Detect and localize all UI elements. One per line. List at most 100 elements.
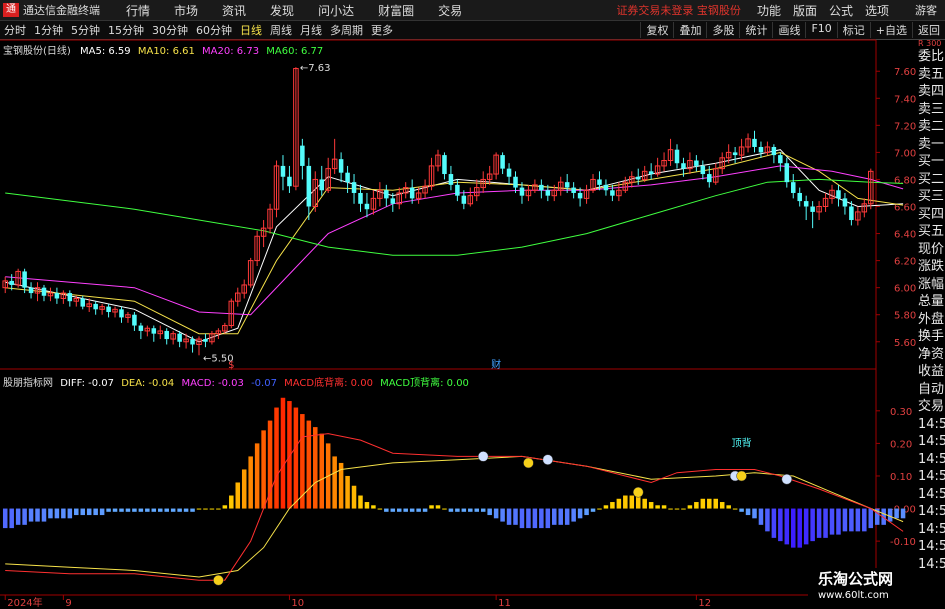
candle-body (707, 174, 712, 183)
happy-face-icon (632, 487, 644, 498)
side-panel-item[interactable]: 卖三 (918, 101, 945, 119)
ma-line-ma5 (5, 149, 904, 343)
side-panel-item[interactable]: 14:56 (918, 468, 945, 486)
side-panel-item[interactable]: 总量 (918, 293, 945, 311)
macd-bar-negative (758, 508, 764, 525)
macd-bar-positive (306, 420, 312, 509)
side-panel-item[interactable]: 卖二 (918, 118, 945, 136)
macd-bar-negative (170, 508, 176, 512)
candle-body (597, 179, 602, 185)
side-panel-item[interactable]: 买一 (918, 153, 945, 171)
side-panel-item[interactable]: 14:56 (918, 433, 945, 451)
side-panel-item[interactable]: 委比 (918, 48, 945, 66)
price-tick-label: 7.00 (894, 148, 916, 159)
macd-bar-positive (332, 456, 337, 509)
macd-bar-negative (487, 508, 492, 516)
candle-body (67, 293, 73, 302)
macd-bar-positive (603, 505, 609, 509)
macd-bar-negative (390, 508, 396, 512)
macd-bar-negative (894, 508, 899, 519)
candle-body (610, 190, 615, 196)
macd-bar-negative (28, 508, 34, 522)
side-top-badge: R 300 (918, 40, 942, 48)
candle-body (500, 155, 505, 169)
side-panel-item[interactable]: 买三 (918, 188, 945, 206)
macd-bar-negative (2, 508, 8, 529)
candle-body (280, 165, 286, 177)
side-panel-item[interactable]: 卖一 (918, 136, 945, 154)
macd-bar-negative (564, 508, 570, 525)
candle-body (635, 176, 641, 180)
macd-bar-positive (623, 495, 628, 509)
candle-body (119, 309, 124, 318)
macd-bar-positive (726, 505, 731, 509)
macd-bar-negative (836, 508, 841, 535)
macd-bar-positive (293, 407, 299, 509)
macd-bar-positive (668, 508, 673, 510)
side-panel-item[interactable]: 买二 (918, 171, 945, 189)
macd-bar-negative (577, 508, 583, 519)
macd-bar-negative (145, 508, 150, 512)
side-panel-item[interactable]: 卖四 (918, 83, 945, 101)
side-panel-item[interactable]: 现价 (918, 241, 945, 259)
macd-bar-negative (829, 508, 835, 535)
ma-line-ma20 (5, 165, 904, 316)
side-panel-item[interactable]: 换手 (918, 328, 945, 346)
candle-body (455, 184, 460, 196)
side-panel-item[interactable]: 涨跌 (918, 258, 945, 276)
candle-body (603, 184, 609, 191)
macd-bar-negative (584, 508, 589, 516)
side-panel-item[interactable]: 涨幅 (918, 276, 945, 294)
side-panel-item[interactable]: 14:56 (918, 416, 945, 434)
x-tick-label: 2024年 (7, 596, 42, 609)
macd-bar-negative (112, 508, 118, 512)
kline-chart[interactable]: 7.607.407.207.006.806.606.406.206.005.80… (0, 0, 945, 609)
side-panel-item[interactable]: 净资 (918, 346, 945, 364)
macd-bar-negative (500, 508, 505, 522)
side-panel-item[interactable]: 14:56 (918, 538, 945, 556)
macd-bar-negative (493, 508, 499, 519)
macd-bar-negative (396, 508, 402, 512)
x-tick-label: 10 (291, 598, 304, 609)
side-panel-item[interactable]: 14:56 (918, 521, 945, 539)
macd-bar-negative (468, 508, 473, 512)
x-tick-label: 11 (498, 598, 511, 609)
macd-bar-negative (842, 508, 848, 532)
side-panel-item[interactable]: 14:56 (918, 451, 945, 469)
macd-bar-positive (732, 508, 738, 510)
side-panel-item[interactable]: 自动 (918, 381, 945, 399)
ma-line-ma60 (5, 178, 904, 256)
candle-body (784, 163, 790, 183)
macd-bar-negative (9, 508, 14, 529)
macd-bar-positive (358, 495, 363, 509)
macd-bar-negative (119, 508, 124, 512)
candle-body (80, 298, 86, 307)
macd-bar-negative (48, 508, 53, 519)
side-panel-item[interactable]: 买四 (918, 206, 945, 224)
candle-body (345, 172, 350, 183)
sad-face-icon (781, 473, 793, 485)
macd-bar-negative (61, 508, 66, 519)
side-panel-item[interactable]: 交易 (918, 398, 945, 416)
side-panel-item[interactable]: 收益 (918, 363, 945, 381)
macd-bar-positive (351, 485, 357, 509)
macd-bar-positive (222, 505, 228, 509)
macd-bar-positive (597, 508, 602, 510)
candle-body (674, 149, 680, 164)
side-panel-item[interactable]: 14:56 (918, 503, 945, 521)
side-panel-item[interactable]: 14:56 (918, 486, 945, 504)
macd-bar-negative (771, 508, 777, 538)
candle-body (778, 155, 783, 164)
macd-bar-negative (803, 508, 809, 545)
macd-bar-negative (183, 508, 189, 512)
side-panel-item[interactable]: 卖五 (918, 66, 945, 84)
candle-body (9, 280, 14, 285)
event-marker: $ (228, 360, 234, 371)
price-tick-label: 6.80 (894, 175, 916, 186)
side-panel-item[interactable]: 外盘 (918, 311, 945, 329)
macd-bar-negative (590, 508, 596, 512)
event-marker: 财 (491, 358, 501, 371)
macd-bar-negative (810, 508, 815, 542)
side-panel-item[interactable]: 买五 (918, 223, 945, 241)
candle-body (513, 176, 518, 188)
